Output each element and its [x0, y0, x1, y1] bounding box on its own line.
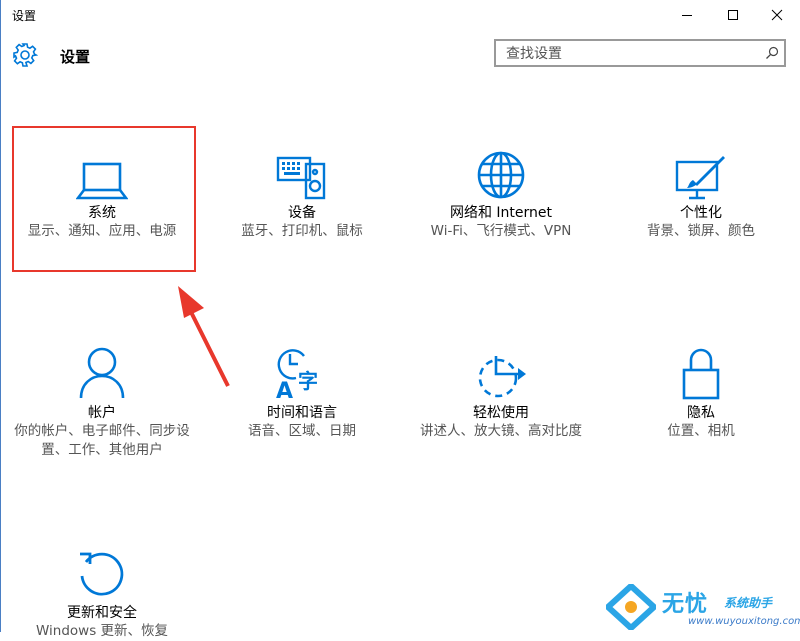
- lock-icon: [682, 348, 720, 400]
- watermark-brand: 无忧: [662, 592, 709, 617]
- tile-time-language[interactable]: A 字 时间和语言 语音、区域、日期: [207, 340, 397, 441]
- tile-devices[interactable]: 设备 蓝牙、打印机、鼠标: [207, 140, 397, 241]
- annotation-arrow: [178, 286, 230, 387]
- search-box[interactable]: [494, 39, 786, 67]
- keyboard-speaker-icon: [276, 156, 326, 200]
- tile-personalization-desc: 背景、锁屏、颜色: [647, 223, 755, 239]
- tile-ease-of-access-desc: 讲述人、放大镜、高对比度: [420, 423, 582, 439]
- minimize-button[interactable]: [664, 0, 710, 30]
- search-icon[interactable]: [765, 46, 779, 60]
- tile-personalization[interactable]: 个性化 背景、锁屏、颜色: [606, 140, 796, 241]
- ease-of-access-icon: [478, 356, 526, 398]
- clock-language-icon: A 字: [276, 349, 318, 400]
- title-bar: 设置: [0, 0, 800, 30]
- svg-text:字: 字: [298, 369, 318, 393]
- tile-ease-of-access-name: 轻松使用: [473, 405, 529, 421]
- tile-time-language-desc: 语音、区域、日期: [248, 423, 356, 439]
- tile-update-security[interactable]: 更新和安全 Windows 更新、恢复: [7, 540, 197, 641]
- tile-devices-desc: 蓝牙、打印机、鼠标: [241, 223, 363, 239]
- person-icon: [79, 347, 125, 399]
- svg-text:A: A: [276, 379, 293, 400]
- globe-icon: [477, 151, 525, 199]
- window-border: [0, 0, 1, 632]
- tile-network-desc: Wi-Fi、飞行模式、VPN: [430, 223, 572, 239]
- page-title: 设置: [60, 48, 91, 66]
- watermark-logo-icon: [606, 584, 656, 630]
- maximize-icon: [728, 10, 738, 20]
- watermark: 无忧 系统助手 www.wuyouxitong.com: [604, 582, 800, 632]
- settings-header: 设置: [0, 36, 800, 76]
- minimize-icon: [682, 15, 692, 16]
- tile-accounts[interactable]: 帐户 你的帐户、电子邮件、同步设置、工作、其他用户: [7, 340, 197, 460]
- tile-devices-name: 设备: [288, 205, 316, 221]
- tile-privacy[interactable]: 隐私 位置、相机: [606, 340, 796, 441]
- highlight-box: [12, 126, 196, 272]
- tile-accounts-name: 帐户: [88, 405, 116, 421]
- close-icon: [771, 9, 783, 21]
- tile-time-language-name: 时间和语言: [267, 405, 337, 421]
- tile-privacy-desc: 位置、相机: [667, 423, 735, 439]
- paint-brush-monitor-icon: [675, 156, 725, 200]
- refresh-icon: [80, 552, 124, 596]
- close-button[interactable]: [754, 0, 800, 30]
- search-input[interactable]: [504, 43, 758, 65]
- tile-privacy-name: 隐私: [687, 405, 715, 421]
- watermark-sub: 系统助手: [724, 596, 773, 610]
- tile-accounts-desc: 你的帐户、电子邮件、同步设置、工作、其他用户: [14, 423, 190, 458]
- tile-network[interactable]: 网络和 Internet Wi-Fi、飞行模式、VPN: [406, 140, 596, 241]
- gear-icon: [13, 43, 38, 67]
- maximize-button[interactable]: [710, 0, 756, 30]
- watermark-url: www.wuyouxitong.com: [688, 616, 800, 627]
- tile-network-name: 网络和 Internet: [449, 205, 553, 221]
- tile-personalization-name: 个性化: [680, 205, 722, 221]
- window-title: 设置: [12, 9, 37, 23]
- tile-update-security-name: 更新和安全: [67, 605, 137, 621]
- tile-ease-of-access[interactable]: 轻松使用 讲述人、放大镜、高对比度: [406, 340, 596, 441]
